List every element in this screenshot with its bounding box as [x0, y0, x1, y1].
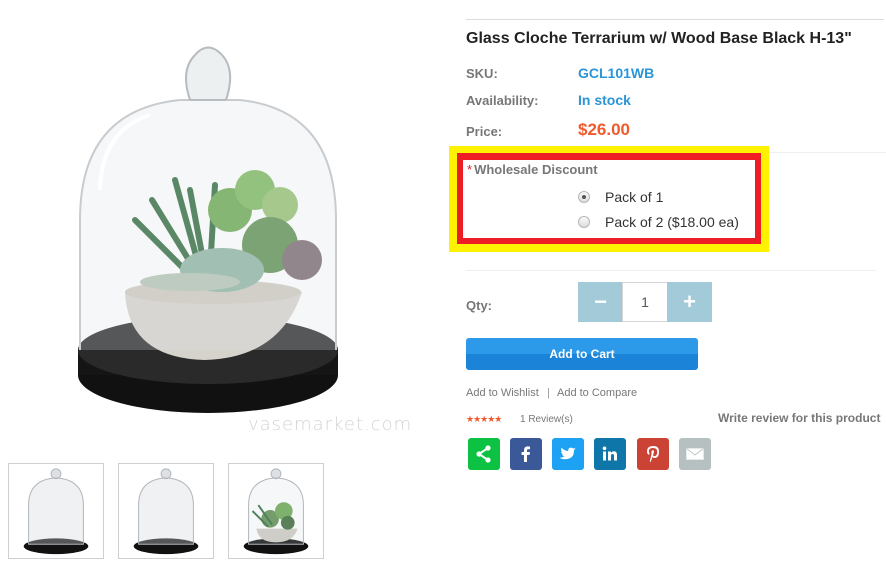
add-to-wishlist-link[interactable]: Add to Wishlist: [466, 387, 539, 399]
twitter-share-button[interactable]: [552, 438, 584, 470]
qty-input[interactable]: [622, 282, 668, 322]
product-title: Glass Cloche Terrarium w/ Wood Base Blac…: [466, 30, 852, 47]
add-to-compare-link[interactable]: Add to Compare: [557, 387, 637, 399]
option-label: Pack of 2 ($18.00 ea): [605, 214, 739, 230]
divider: [466, 19, 884, 20]
add-to-cart-button[interactable]: Add to Cart: [466, 338, 698, 370]
wholesale-discount-label: * Wholesale Discount: [467, 162, 598, 177]
share-button[interactable]: [468, 438, 500, 470]
pinterest-share-button[interactable]: [637, 438, 669, 470]
pinterest-icon: [647, 446, 659, 463]
qty-increase-button[interactable]: +: [667, 282, 712, 322]
facebook-share-button[interactable]: [510, 438, 542, 470]
linkedin-icon: [602, 446, 617, 461]
thumbnail-2[interactable]: [118, 463, 214, 559]
required-marker: *: [467, 162, 473, 177]
option-label: Pack of 1: [605, 189, 664, 205]
qty-label: Qty:: [466, 298, 492, 313]
availability-value: In stock: [578, 92, 631, 108]
sku-value: GCL101WB: [578, 65, 655, 81]
price-value: $26.00: [578, 120, 630, 139]
email-icon: [686, 448, 704, 460]
link-separator: |: [547, 387, 550, 399]
qty-decrease-button[interactable]: −: [578, 282, 623, 322]
facebook-icon: [521, 446, 530, 462]
option-pack-of-1[interactable]: Pack of 1: [578, 189, 663, 205]
linkedin-share-button[interactable]: [594, 438, 626, 470]
wholesale-discount-text: Wholesale Discount: [474, 162, 598, 177]
option-pack-of-2[interactable]: Pack of 2 ($18.00 ea): [578, 214, 739, 230]
watermark: vasemarket.com: [248, 414, 413, 435]
rating-stars: ★★★★★: [466, 414, 502, 424]
main-product-image[interactable]: [40, 20, 420, 440]
availability-label: Availability:: [466, 93, 539, 108]
thumbnail-1[interactable]: [8, 463, 104, 559]
sku-label: SKU:: [466, 66, 498, 81]
write-review-link[interactable]: Write review for this product: [718, 411, 880, 425]
price-label: Price:: [466, 124, 503, 139]
radio-pack-of-1[interactable]: [578, 191, 590, 203]
thumbnail-3[interactable]: [228, 463, 324, 559]
twitter-icon: [559, 447, 576, 460]
email-share-button[interactable]: [679, 438, 711, 470]
divider: [466, 270, 876, 271]
review-count-link[interactable]: 1 Review(s): [520, 414, 573, 425]
radio-pack-of-2[interactable]: [578, 216, 590, 228]
share-icon: [476, 445, 491, 463]
